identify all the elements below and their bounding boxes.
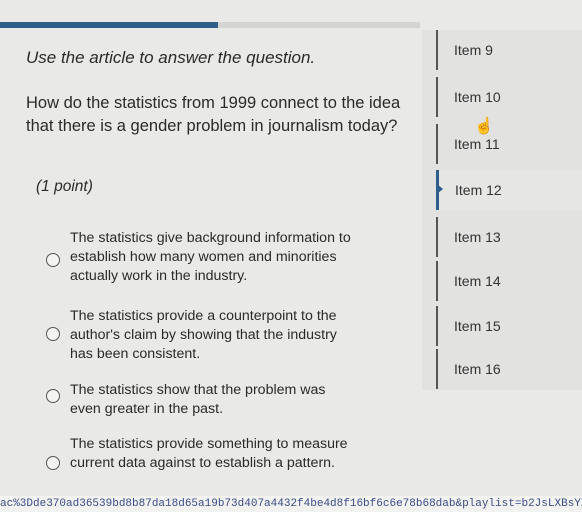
progress-bar	[0, 22, 420, 28]
answer-choice-text: The statistics give background informati…	[70, 230, 351, 284]
radio-button[interactable]	[46, 253, 60, 267]
points-label: (1 point)	[36, 178, 93, 195]
question-text: How do the statistics from 1999 connect …	[26, 94, 401, 135]
status-url-bar: ac%3Dde370ad36539bd8b87da18d65a19b73d407…	[0, 496, 582, 512]
item-nav-12[interactable]: Item 12	[436, 170, 582, 210]
item-label: Item 9	[454, 42, 493, 58]
radio-button[interactable]	[46, 389, 60, 403]
current-item-marker	[437, 184, 443, 194]
item-label: Item 14	[454, 273, 501, 289]
item-nav-14[interactable]: Item 14	[436, 261, 582, 301]
hand-pointer-icon: ☝	[474, 118, 494, 135]
prompt-text: Use the article to answer the question.	[26, 48, 316, 67]
item-nav-15[interactable]: Item 15	[436, 306, 582, 346]
item-nav-16[interactable]: Item 16	[436, 349, 582, 389]
item-label: Item 12	[455, 182, 502, 198]
item-nav-10[interactable]: Item 10	[436, 77, 582, 117]
radio-button[interactable]	[46, 456, 60, 470]
answer-choice-text: The statistics provide a counterpoint to…	[70, 308, 337, 362]
answer-choice-text: The statistics provide something to meas…	[70, 436, 348, 471]
item-nav-9[interactable]: Item 9	[436, 30, 582, 70]
radio-button[interactable]	[46, 327, 60, 341]
progress-bar-fill	[0, 22, 219, 28]
item-label: Item 13	[454, 229, 501, 245]
item-label: Item 11	[454, 136, 500, 152]
answer-choice-text: The statistics show that the problem was…	[70, 382, 326, 417]
item-label: Item 10	[454, 89, 501, 105]
item-label: Item 16	[454, 361, 501, 377]
item-nav-11[interactable]: Item 11	[436, 124, 582, 164]
item-label: Item 15	[454, 318, 501, 334]
item-nav-13[interactable]: Item 13	[436, 217, 582, 257]
